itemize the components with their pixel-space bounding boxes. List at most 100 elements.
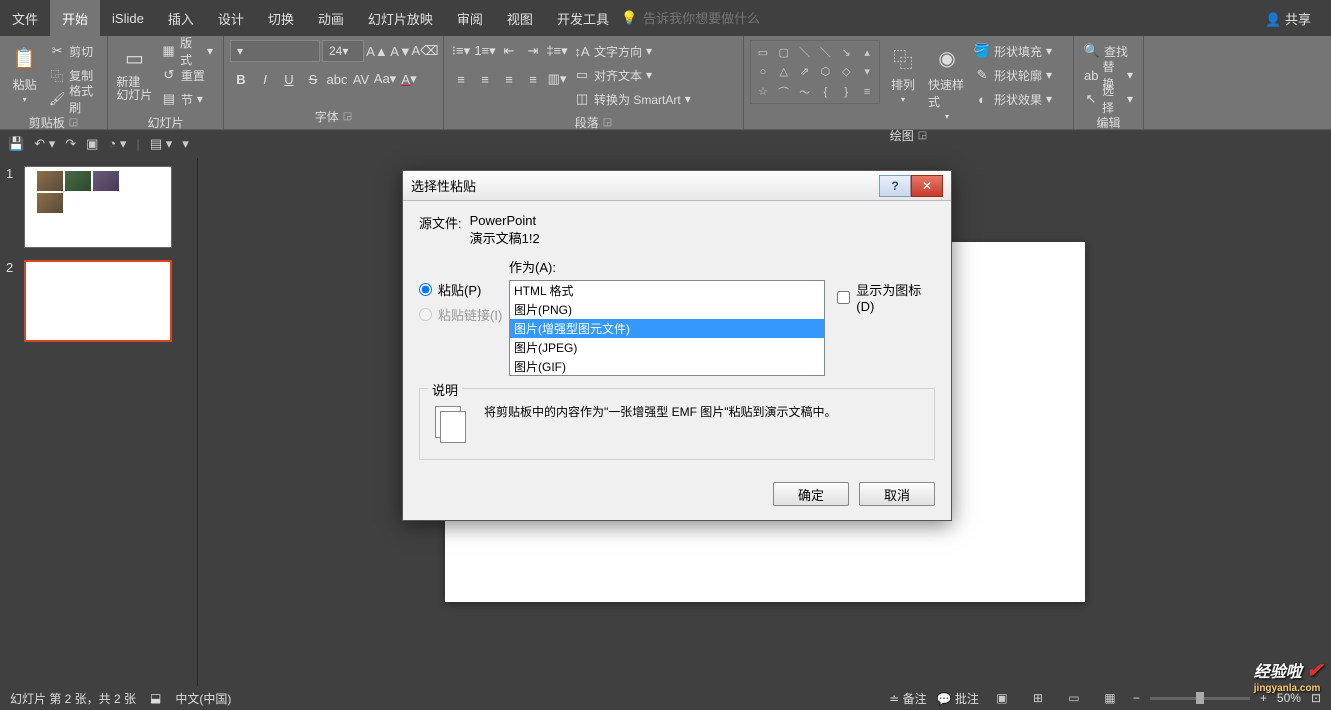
italic-button[interactable]: I [254,68,276,90]
tab-file[interactable]: 文件 [0,0,50,36]
tell-me-input[interactable] [643,11,783,26]
align-center-button[interactable]: ≡ [474,68,496,90]
shape-effects-button[interactable]: ◐形状效果 ▾ [970,88,1056,110]
shape-outline-button[interactable]: ✎形状轮廓 ▾ [970,64,1056,86]
tab-slideshow[interactable]: 幻灯片放映 [356,0,445,36]
launcher-icon[interactable]: ◲ [69,117,78,128]
tell-me-box[interactable]: 💡 [621,10,783,26]
shape-fill-button[interactable]: 🪣形状填充 ▾ [970,40,1056,62]
normal-view-button[interactable]: ▣ [989,689,1015,707]
undo-button[interactable]: ↶ ▾ [34,136,55,152]
tab-animations[interactable]: 动画 [306,0,356,36]
dialog-help-button[interactable]: ? [879,175,911,197]
list-item[interactable]: 图片(JPEG) [510,338,824,357]
tab-review[interactable]: 审阅 [445,0,495,36]
tab-insert[interactable]: 插入 [156,0,206,36]
clear-format-button[interactable]: A⌫ [414,40,436,62]
reading-view-button[interactable]: ▭ [1061,689,1087,707]
start-slideshow-button[interactable]: ▣ [86,136,98,152]
paste-radio[interactable]: 粘贴(P) [419,280,502,299]
redo-button[interactable]: ↷ [65,136,76,152]
dialog-close-button[interactable]: ✕ [911,175,943,197]
thumbnail-1[interactable]: 1 [6,166,191,248]
reset-button[interactable]: ↺重置 [157,64,217,86]
select-button[interactable]: ↖选择 ▾ [1080,88,1137,110]
show-as-icon-checkbox[interactable]: 显示为图标(D) [837,280,935,314]
comments-button[interactable]: 💬 批注 [937,690,979,707]
qat-customize-button[interactable]: ▾ [182,136,189,152]
list-item[interactable]: 图片(GIF) [510,357,824,376]
font-color-button[interactable]: A▾ [398,68,420,90]
smartart-button[interactable]: ◫转换为 SmartArt ▾ [570,88,695,110]
line-spacing-button[interactable]: ‡≡▾ [546,40,568,62]
slide-thumb[interactable] [24,260,172,342]
zoom-out-button[interactable]: − [1133,691,1140,705]
arrange-button[interactable]: ⿻ 排列▾ [882,40,924,106]
replace-icon: ab [1084,67,1098,83]
list-item[interactable]: 图片(PNG) [510,300,824,319]
strikethrough-button[interactable]: S [302,68,324,90]
increase-indent-button[interactable]: ⇥ [522,40,544,62]
launcher-icon[interactable]: ◲ [343,111,352,122]
bold-button[interactable]: B [230,68,252,90]
text-direction-button[interactable]: ↕A文字方向 ▾ [570,40,695,62]
thumb-image-icon [93,171,119,191]
columns-button[interactable]: ▥▾ [546,68,568,90]
cancel-button[interactable]: 取消 [859,482,935,506]
save-button[interactable]: 💾 [8,136,24,152]
tab-developer[interactable]: 开发工具 [545,0,621,36]
sorter-view-button[interactable]: ⊞ [1025,689,1051,707]
copy-icon: ⿻ [49,67,65,83]
quick-styles-button[interactable]: ◉ 快速样式▾ [926,40,968,123]
numbering-button[interactable]: 1≡▾ [474,40,496,62]
font-family-combo[interactable]: ▾ [230,40,320,62]
share-button[interactable]: 👤 共享 [1265,9,1311,28]
format-listbox[interactable]: HTML 格式 图片(PNG) 图片(增强型图元文件) 图片(JPEG) 图片(… [509,280,825,376]
font-size-combo[interactable]: 24 ▾ [322,40,364,62]
tab-islide[interactable]: iSlide [100,0,156,36]
qat-extra-button[interactable]: ▤ ▾ [150,136,172,152]
grow-font-button[interactable]: A▲ [366,40,388,62]
notes-button[interactable]: ≐ 备注 [889,690,926,707]
cut-button[interactable]: ✂剪切 [45,40,101,62]
justify-button[interactable]: ≡ [522,68,544,90]
new-slide-button[interactable]: ▭ 新建 幻灯片 [114,40,155,104]
layout-button[interactable]: ▦版式 ▾ [157,40,217,62]
shadow-button[interactable]: abc [326,68,348,90]
align-left-button[interactable]: ≡ [450,68,472,90]
language-status[interactable]: 中文(中国) [175,690,231,707]
underline-button[interactable]: U [278,68,300,90]
quick-styles-icon: ◉ [931,42,963,74]
watermark: 经验啦 ✔ jingyanla.com [1254,658,1323,694]
paste-button[interactable]: 📋 粘贴▾ [6,40,43,106]
slide-thumb[interactable] [24,166,172,248]
ok-button[interactable]: 确定 [773,482,849,506]
tab-design[interactable]: 设计 [206,0,256,36]
decrease-indent-button[interactable]: ⇤ [498,40,520,62]
smartart-icon: ◫ [574,91,590,107]
quick-access-toolbar: 💾 ↶ ▾ ↷ ▣ ◔ ▾ | ▤ ▾ ▾ [0,130,1331,158]
launcher-icon[interactable]: ◲ [918,130,927,141]
shape-gallery[interactable]: ▭▢＼＼↘▴ ○△⇗⬡◇▾ ☆⌒〜{}≡ [750,40,880,104]
spacing-button[interactable]: AV [350,68,372,90]
spellcheck-icon[interactable]: ⬓ [150,691,161,705]
shrink-font-button[interactable]: A▼ [390,40,412,62]
list-item[interactable]: HTML 格式 [510,281,824,300]
tab-home[interactable]: 开始 [50,0,100,36]
thumbnail-2[interactable]: 2 [6,260,191,342]
tab-transitions[interactable]: 切换 [256,0,306,36]
dialog-titlebar[interactable]: 选择性粘贴 ? ✕ [403,171,951,201]
zoom-slider[interactable] [1150,697,1250,700]
format-painter-button[interactable]: 🖌格式刷 [45,88,101,110]
section-button[interactable]: ▤节 ▾ [157,88,217,110]
list-item[interactable]: 图片(增强型图元文件) [510,319,824,338]
launcher-icon[interactable]: ◲ [603,117,612,128]
qat-more-button[interactable]: ◔ ▾ [108,136,126,152]
align-text-button[interactable]: ▭对齐文本 ▾ [570,64,695,86]
tab-view[interactable]: 视图 [495,0,545,36]
align-right-button[interactable]: ≡ [498,68,520,90]
slide-thumbnail-panel[interactable]: 1 2 [0,158,198,686]
slideshow-view-button[interactable]: ▦ [1097,689,1123,707]
bullets-button[interactable]: ⁝≡▾ [450,40,472,62]
case-button[interactable]: Aa▾ [374,68,396,90]
